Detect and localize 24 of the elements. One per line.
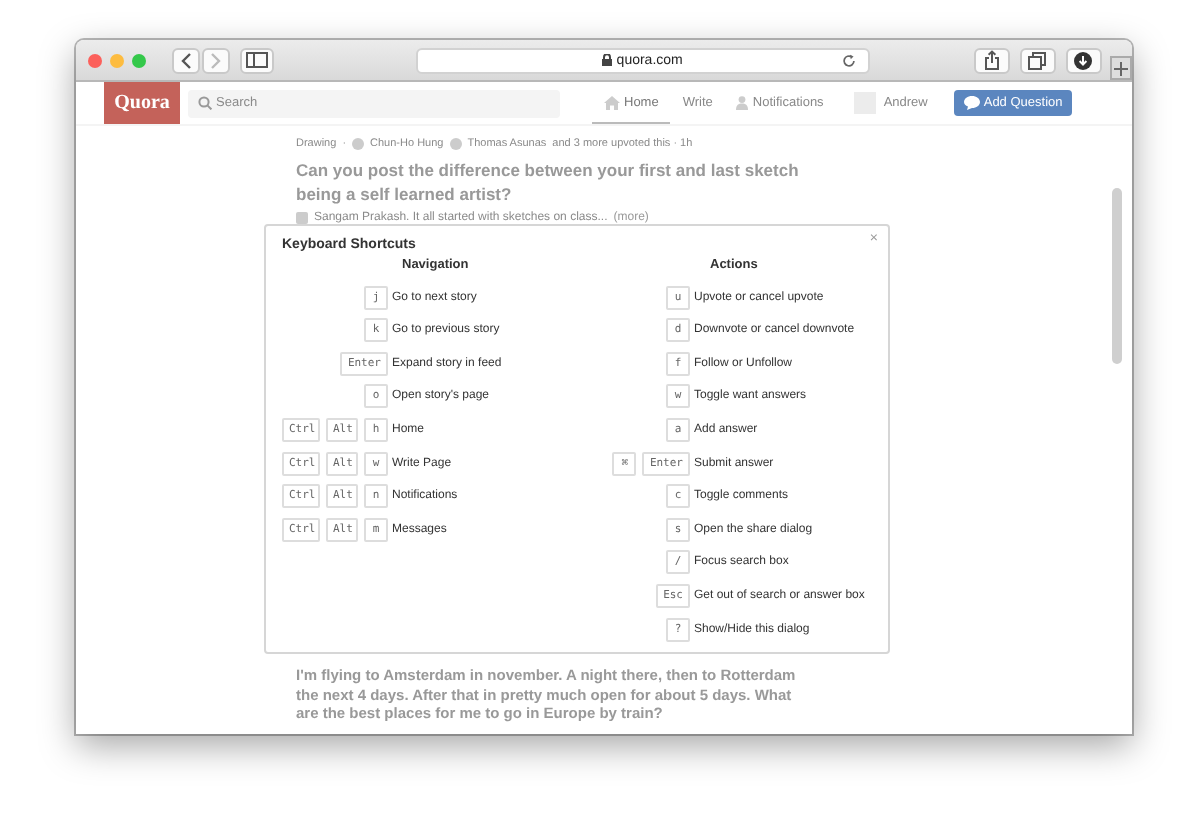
search-icon: [198, 96, 212, 110]
download-icon: [1074, 51, 1093, 69]
back-button[interactable]: [172, 47, 200, 73]
chevron-left-icon: [180, 51, 192, 69]
speech-bubble-icon: [963, 96, 980, 110]
downloads-button[interactable]: [1065, 47, 1102, 73]
tabs-icon: [1028, 51, 1047, 69]
site-logo[interactable]: Quora: [104, 82, 180, 124]
avatar-icon: [449, 138, 462, 150]
question-title[interactable]: Can you post the difference between your first and last sketch being a self learned artist?: [296, 158, 812, 206]
reload-icon[interactable]: [841, 53, 856, 67]
new-tab-button[interactable]: [1109, 56, 1132, 80]
avatar-icon: [352, 138, 365, 150]
sidebar-button[interactable]: [240, 47, 275, 73]
share-button[interactable]: [973, 47, 1010, 73]
share-icon: [983, 50, 1000, 70]
tabs-button[interactable]: [1019, 47, 1056, 73]
home-icon: [604, 95, 620, 109]
chevron-right-icon: [210, 51, 222, 69]
scrollbar-thumb[interactable]: [1112, 188, 1122, 364]
plus-icon: [1113, 61, 1128, 75]
sidebar-icon: [246, 52, 269, 68]
lock-icon: [602, 54, 613, 66]
person-icon: [736, 95, 749, 109]
